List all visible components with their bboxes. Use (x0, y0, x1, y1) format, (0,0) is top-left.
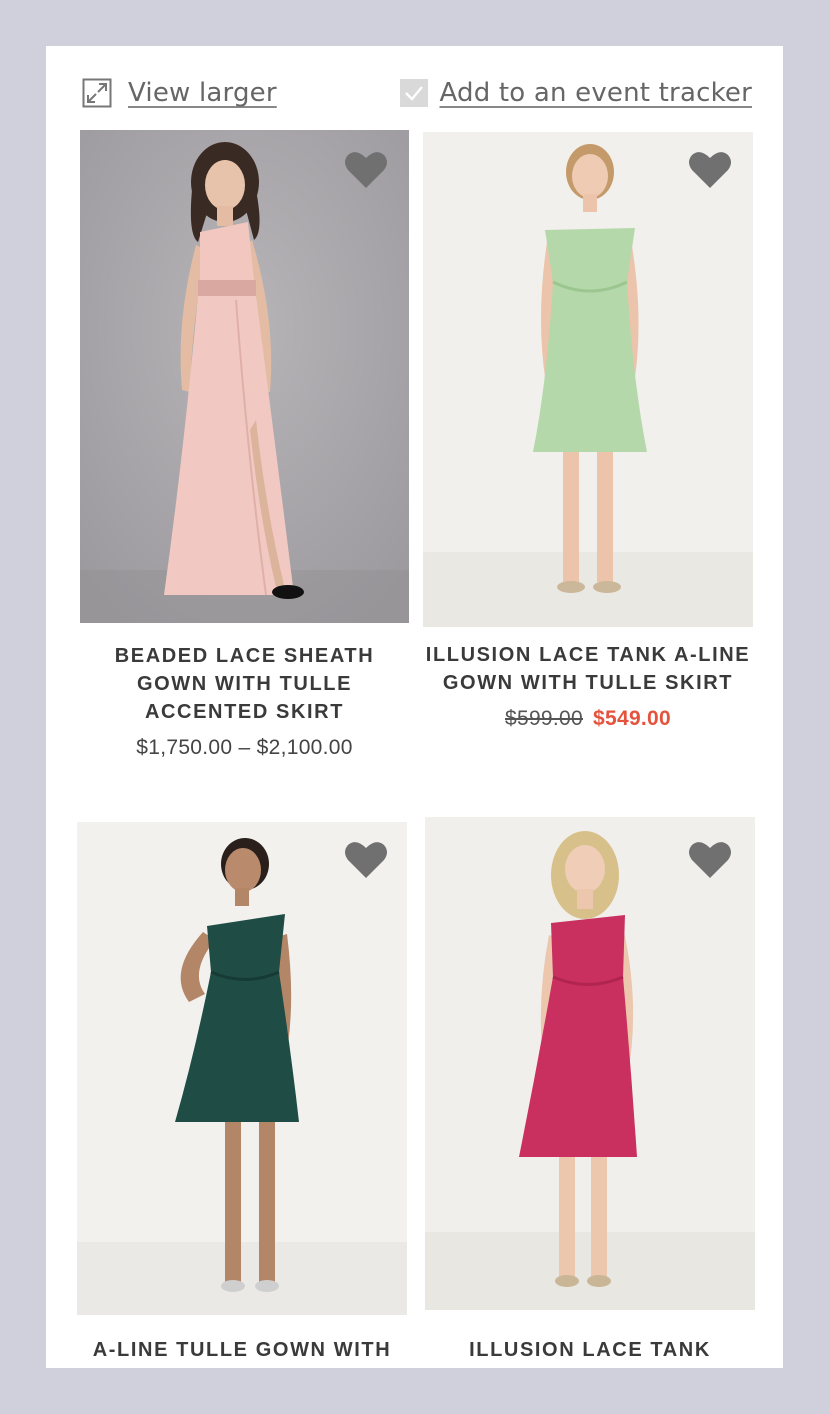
product-name-line: ILLUSION LACE TANK (469, 1339, 711, 1361)
product-price: $599.00 $549.00 (423, 707, 753, 731)
model-photo (80, 130, 409, 623)
product-image[interactable] (77, 822, 407, 1315)
model-photo (77, 822, 407, 1315)
product-image[interactable] (80, 130, 409, 623)
event-tracker-label[interactable]: Add to an event tracker (440, 78, 753, 108)
product-name[interactable]: BEADED LACE SHEATH GOWN WITH TULLE ACCEN… (80, 642, 409, 726)
model-photo (425, 817, 755, 1310)
product-name-line: ACCENTED SKIRT (144, 701, 345, 723)
checkmark-icon (404, 86, 423, 101)
event-tracker-checkbox[interactable] (399, 79, 428, 107)
wishlist-heart-icon[interactable] (344, 150, 388, 190)
grid-toolbar: View larger Add to an event tracker (46, 46, 783, 130)
product-name[interactable]: ILLUSION LACE TANK (425, 1336, 755, 1364)
product-image[interactable] (425, 817, 755, 1310)
wishlist-heart-icon[interactable] (344, 840, 388, 880)
wishlist-heart-icon[interactable] (688, 150, 732, 190)
product-name-line: BEADED LACE SHEATH (114, 645, 375, 667)
product-grid-panel: View larger Add to an event tracker BEAD… (46, 46, 783, 1368)
product-name-line: A-LINE TULLE GOWN WITH (92, 1339, 392, 1361)
view-larger-label[interactable]: View larger (128, 78, 277, 108)
model-photo (423, 132, 753, 627)
sale-price: $549.00 (593, 707, 672, 730)
expand-icon (82, 78, 112, 108)
product-image[interactable] (423, 132, 753, 627)
product-name[interactable]: ILLUSION LACE TANK A-LINE GOWN WITH TULL… (423, 641, 753, 697)
original-price: $599.00 (504, 707, 583, 730)
event-tracker-toggle[interactable]: Add to an event tracker (399, 76, 753, 110)
view-larger-link[interactable]: View larger (82, 76, 277, 110)
product-name-line: GOWN WITH TULLE (136, 673, 353, 695)
wishlist-heart-icon[interactable] (688, 840, 732, 880)
product-name-line: ILLUSION LACE TANK A-LINE (425, 644, 751, 666)
product-name[interactable]: A-LINE TULLE GOWN WITH (77, 1336, 407, 1364)
product-price: $1,750.00 – $2,100.00 (136, 736, 353, 759)
product-name-line: GOWN WITH TULLE SKIRT (442, 672, 734, 694)
